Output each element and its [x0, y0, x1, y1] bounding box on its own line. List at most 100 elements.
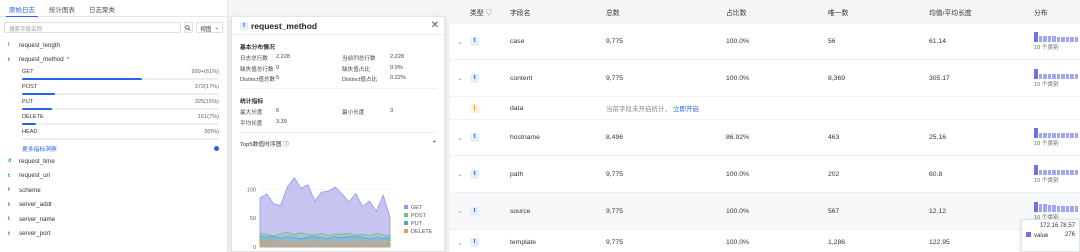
tab-stat-charts[interactable]: 统计图表 [44, 0, 80, 16]
mini-bar [1038, 73, 1042, 79]
header-avg[interactable]: 均值/平均长度 [929, 7, 1034, 17]
value-count: 325(15%) [194, 99, 219, 105]
mini-bar [1038, 203, 1042, 212]
mini-bar [1052, 204, 1056, 212]
table-row[interactable]: ⌄ttemplate9,775100.0%1,286122.95- [450, 230, 1080, 252]
field-detail-popup: t request_method ✕ 基本分布情况 日志总行数 2,228 当前列总… [231, 16, 445, 252]
area-chart: 0 50 100 GET POST PUT DELETE [247, 177, 433, 251]
mini-bar [1034, 32, 1038, 42]
header-type[interactable]: 类型 ▽ [470, 7, 510, 17]
table-row[interactable]: ⌄ t path 9,775 100.0% 202 60.8 10 个类别 [450, 156, 1080, 193]
expand-chevron-icon[interactable]: ⌄ [450, 170, 470, 178]
search-icon [185, 24, 192, 31]
cell-distribution[interactable]: 10 个类别 [1034, 32, 1080, 51]
add-icon[interactable]: + [433, 139, 436, 148]
cell-distribution[interactable]: 10 个类别 [1034, 201, 1080, 221]
cell-avg: 12.12 [929, 207, 947, 215]
field-type-badge: t [8, 216, 10, 223]
basic-section-title: 基本分布情况 [240, 45, 275, 51]
mini-bar [1038, 133, 1042, 138]
field-type-badge: t [470, 73, 479, 83]
chevron-down-icon: ⌄ [214, 25, 219, 31]
expand-chevron-icon[interactable]: ⌄ [450, 38, 470, 46]
field-name: request_time [19, 157, 55, 165]
field-type-badge: t [8, 187, 10, 194]
tooltip-title: 172.16.78.57 [1039, 223, 1075, 229]
field-item-scheme[interactable]: t scheme [0, 183, 227, 198]
cell-distribution[interactable]: 10 个类别 [1034, 164, 1080, 184]
value-row[interactable]: POST 372(17%) [22, 82, 219, 97]
distribution-label: 10 个类别 [1034, 45, 1059, 51]
cell-uniq: 8,369 [828, 74, 846, 82]
mini-bar-chart[interactable] [1034, 68, 1080, 79]
field-item-request-method[interactable]: t request_method ^ [0, 53, 227, 68]
field-type-badge: t [470, 238, 479, 247]
info-dot-icon[interactable] [214, 145, 219, 151]
value-label: POST [22, 84, 38, 90]
mini-bar [1047, 73, 1051, 79]
field-name: server_name [19, 215, 56, 223]
tab-raw-logs[interactable]: 原始日志 [4, 0, 40, 17]
value-bar-track [22, 138, 219, 140]
field-item-request-length[interactable]: l request_length [0, 38, 227, 53]
header-total[interactable]: 总数 [606, 7, 726, 17]
header-name[interactable]: 字段名 [510, 7, 606, 17]
mini-bar-chart[interactable] [1034, 164, 1080, 175]
tooltip-value: 276 [1064, 232, 1075, 238]
expand-chevron-icon[interactable]: ⌄ [450, 134, 470, 142]
search-button[interactable] [183, 22, 194, 33]
cell-field-name: case [510, 38, 525, 45]
legend-swatch [404, 229, 408, 233]
more-insights-link[interactable]: 更多指标洞察 [22, 144, 57, 153]
field-type-badge: t [8, 56, 10, 63]
cell-distribution[interactable]: 10 个类别 [1034, 128, 1080, 147]
mini-bar-chart[interactable] [1034, 32, 1080, 42]
mini-bar [1065, 133, 1069, 138]
table-row[interactable]: ⌄ t hostname 8,496 86.92% 463 25.16 10 个类别 [450, 120, 1080, 156]
enable-stat-link[interactable]: 立即开启 [673, 106, 699, 113]
field-item-request-uri[interactable]: t request_uri [0, 169, 227, 184]
stat-value: 3.39 [276, 118, 287, 125]
header-uniq[interactable]: 唯一数 [828, 7, 929, 17]
mini-bar [1074, 169, 1078, 175]
cell-uniq: 463 [828, 134, 840, 141]
mini-bar-chart[interactable] [1034, 201, 1080, 212]
table-row[interactable]: ⌄ t content 9,775 100.0% 8,369 305.17 10 个类别 [450, 60, 1080, 97]
mini-bar [1074, 133, 1078, 138]
field-item-server-addr[interactable]: t server_addr [0, 198, 227, 213]
value-row[interactable]: HEAD 3(0%) [22, 127, 219, 142]
view-select[interactable]: 视图 ⌄ [196, 22, 223, 33]
filter-icon[interactable]: ▽ [485, 10, 492, 17]
field-search-input[interactable]: 搜索字段名称 [4, 22, 181, 33]
view-tabs: 原始日志 统计图表 日志聚类 [0, 0, 227, 17]
mini-bar [1070, 205, 1074, 212]
mini-bar-chart[interactable] [1034, 128, 1080, 138]
expand-chevron-icon[interactable]: ⌄ [450, 74, 470, 82]
header-dist[interactable]: 分布 [1034, 7, 1080, 17]
field-item-server-port[interactable]: t server_port [0, 227, 227, 242]
mini-bar [1070, 169, 1074, 175]
value-row[interactable]: DELETE 161(7%) [22, 112, 219, 127]
value-row[interactable]: GET 999+(61%) [22, 67, 219, 82]
popup-title: request_method [251, 20, 318, 31]
field-item-request-time[interactable]: d request_time [0, 154, 227, 169]
header-pct[interactable]: 占比数 [726, 7, 828, 17]
table-row[interactable]: ⌄ t source 9,775 100.0% 567 12.12 10 个类别 [450, 193, 1080, 230]
expand-chevron-icon[interactable]: ⌄ [450, 239, 470, 247]
cell-distribution[interactable]: 10 个类别 [1034, 68, 1080, 88]
field-item-server-name[interactable]: t server_name [0, 212, 227, 227]
expand-chevron-icon[interactable]: ⌄ [450, 207, 470, 215]
table-row[interactable]: ⌄ t case 9,775 100.0% 56 61.14 10 个类别 [450, 24, 1080, 60]
value-row[interactable]: PUT 325(15%) [22, 97, 219, 112]
mini-bar [1052, 169, 1056, 175]
table-row[interactable]: j data 当前字段未开启统计， 立即开启 [450, 97, 1080, 120]
value-count: 3(0%) [204, 129, 219, 135]
close-icon[interactable]: ✕ [431, 20, 439, 31]
info-icon: ⓘ [283, 141, 289, 148]
mini-bar [1052, 73, 1056, 79]
text-type-icon: t [240, 21, 248, 30]
field-stats-table: 类型 ▽ 字段名 总数 占比数 唯一数 均值/平均长度 分布 ⌄ t case 9,7… [450, 0, 1080, 252]
stat-label [342, 119, 390, 127]
tab-log-clusters[interactable]: 日志聚类 [84, 0, 120, 16]
value-label: PUT [22, 99, 34, 105]
